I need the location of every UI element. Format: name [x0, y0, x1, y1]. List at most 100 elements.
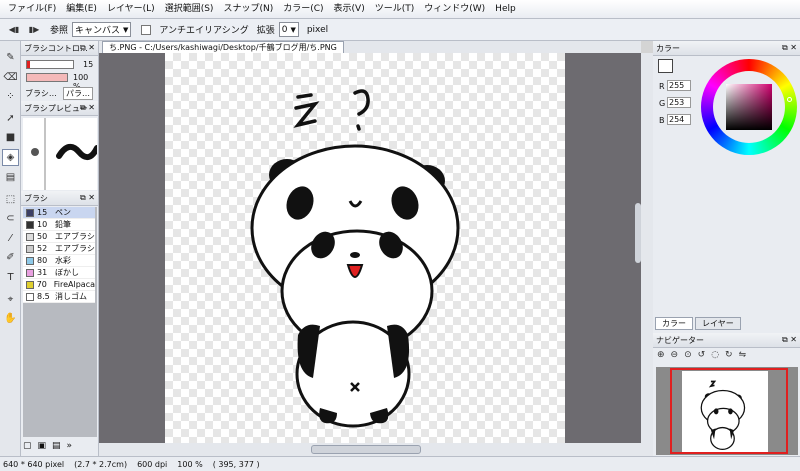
panel-controls[interactable]: ⧉ ✕ — [80, 43, 95, 53]
navigator-viewport-rect[interactable] — [670, 368, 788, 454]
tab-layer[interactable]: レイヤー — [695, 317, 741, 330]
panel-controls[interactable]: ⧉ ✕ — [782, 43, 797, 53]
canvas-document[interactable] — [165, 53, 565, 443]
right-panels: カラー ⧉ ✕ R 255 G 253 B 254 カラー レイヤー ナビゲーター… — [653, 41, 800, 456]
menu-edit[interactable]: 編集(E) — [61, 0, 102, 19]
select-pen-icon[interactable]: ✐ — [2, 249, 19, 266]
saturation-value-square[interactable] — [726, 84, 772, 130]
brush-size: 31 — [37, 268, 48, 277]
status-bar: 640 * 640 pixel (2.7 * 2.7cm) 600 dpi 10… — [0, 456, 800, 471]
panel-controls[interactable]: ⧉ ✕ — [80, 193, 95, 203]
rotate-right-icon[interactable]: ↻ — [725, 350, 733, 360]
g-label: G — [659, 99, 666, 108]
brush-size: 8.5 — [37, 292, 50, 301]
magic-wand-icon[interactable]: ⁄ — [2, 230, 19, 247]
brush-preview-title: ブラシプレビュー ⧉ ✕ — [21, 101, 98, 116]
expand-value: 0 — [281, 24, 288, 35]
horizontal-scrollbar[interactable] — [99, 443, 653, 456]
brush-item[interactable]: 50 エアブラシ — [23, 231, 95, 243]
bucket-tool-icon[interactable]: ◈ — [2, 149, 19, 166]
zoom-in-icon[interactable]: ⊕ — [657, 350, 665, 360]
menu-view[interactable]: 表示(V) — [329, 0, 370, 19]
menu-snap[interactable]: スナップ(N) — [218, 0, 278, 19]
tab-color[interactable]: カラー — [655, 317, 693, 330]
menu-bar: ファイル(F) 編集(E) レイヤー(L) 選択範囲(S) スナップ(N) カラ… — [0, 0, 800, 19]
brush-preview-title-text: ブラシプレビュー — [24, 103, 88, 113]
brush-item[interactable]: 31 ぼかし — [23, 267, 95, 279]
panel-controls[interactable]: ⧉ ✕ — [782, 335, 797, 345]
b-input[interactable]: 254 — [667, 114, 691, 125]
menu-selection[interactable]: 選択範囲(S) — [160, 0, 219, 19]
menu-color[interactable]: カラー(C) — [278, 0, 328, 19]
b-label: B — [659, 116, 665, 125]
brush-item[interactable]: 70 FireAlpaca — [23, 279, 95, 291]
flip-icon[interactable]: ⇋ — [739, 350, 747, 360]
hand-tool-icon[interactable]: ✋ — [2, 310, 19, 327]
document-tab[interactable]: ち.PNG - C:/Users/kashiwagi/Desktop/千鶴ブログ… — [102, 41, 344, 53]
new-brush-icon[interactable]: ▢ — [23, 441, 32, 451]
brush-list-actions: ▢ ▣ ▤ » — [23, 441, 72, 451]
reference-select[interactable]: キャンバス ▼ — [72, 22, 132, 37]
menu-icon[interactable]: » — [67, 441, 73, 451]
hue-wheel[interactable] — [701, 59, 797, 155]
chevron-down-icon: ▼ — [290, 25, 296, 34]
brush-item[interactable]: 8.5 消しゴム — [23, 291, 95, 303]
tool-options-bar: ◀▮ ▮▶ 参照 キャンバス ▼ アンチエイリアシング 拡張 0 ▼ pixel — [0, 19, 800, 41]
brush-item[interactable]: 52 エアブラシ — [23, 243, 95, 255]
gradient-tool-icon[interactable]: ▤ — [2, 169, 19, 186]
brush-opacity-slider[interactable] — [26, 73, 68, 82]
brush-name: 消しゴム — [55, 292, 87, 301]
brush-size-slider[interactable] — [26, 60, 74, 69]
brush-item[interactable]: 80 水彩 — [23, 255, 95, 267]
lasso-tool-icon[interactable]: ⊂ — [2, 210, 19, 227]
panel-controls[interactable]: ⧉ ✕ — [80, 103, 95, 113]
g-input[interactable]: 253 — [667, 97, 691, 108]
next-icon[interactable]: ▮▶ — [26, 22, 42, 38]
brush-params-button[interactable]: パラ… — [63, 87, 93, 100]
text-tool-icon[interactable]: T — [2, 269, 19, 286]
delete-brush-icon[interactable]: ▤ — [52, 441, 61, 451]
reference-label: 参照 — [50, 26, 69, 36]
menu-tool[interactable]: ツール(T) — [370, 0, 420, 19]
antialias-label: アンチエイリアシング — [159, 26, 249, 36]
menu-window[interactable]: ウィンドウ(W) — [419, 0, 490, 19]
vertical-scrollbar[interactable] — [641, 53, 653, 443]
menu-help[interactable]: Help — [490, 0, 521, 19]
fill-rect-icon[interactable]: ■ — [2, 129, 19, 146]
document-tab-bar: ち.PNG - C:/Users/kashiwagi/Desktop/千鶴ブログ… — [99, 41, 641, 53]
dot-tool-icon[interactable]: ⁘ — [2, 88, 19, 105]
horizontal-scroll-thumb[interactable] — [311, 445, 421, 454]
menu-layer[interactable]: レイヤー(L) — [102, 0, 160, 19]
canvas-viewport[interactable] — [99, 53, 641, 443]
pen-tool-icon[interactable]: ✎ — [2, 49, 19, 66]
brush-item[interactable]: 10 鉛筆 — [23, 219, 95, 231]
brush-list-title-text: ブラシ — [24, 193, 48, 203]
brush-swatch-5 — [26, 268, 34, 277]
rotate-reset-icon[interactable]: ◌ — [711, 350, 719, 360]
zoom-fit-icon[interactable]: ⊙ — [684, 350, 692, 360]
expand-label: 拡張 — [256, 26, 275, 36]
antialias-checkbox[interactable] — [141, 24, 152, 35]
brush-tab-button[interactable]: ブラシ… — [25, 88, 57, 99]
select-rect-icon[interactable]: ⬚ — [2, 191, 19, 208]
prev-icon[interactable]: ◀▮ — [6, 22, 22, 38]
foreground-color-swatch[interactable] — [658, 59, 673, 73]
zoom-out-icon[interactable]: ⊖ — [671, 350, 679, 360]
brush-stroke-preview — [31, 118, 100, 190]
eraser-tool-icon[interactable]: ⌫ — [2, 69, 19, 86]
hue-marker[interactable] — [787, 97, 792, 102]
expand-select[interactable]: 0 ▼ — [278, 22, 299, 37]
status-dpi: 600 dpi — [137, 459, 168, 469]
brush-name: ペン — [55, 208, 71, 217]
navigator-preview[interactable] — [656, 367, 798, 455]
panda-drawing — [250, 89, 460, 428]
menu-file[interactable]: ファイル(F) — [3, 0, 61, 19]
copy-brush-icon[interactable]: ▣ — [38, 441, 47, 451]
rotate-left-icon[interactable]: ↺ — [698, 350, 706, 360]
brush-size: 52 — [37, 244, 48, 253]
brush-name: エアブラシ — [55, 244, 95, 253]
eyedropper-icon[interactable]: ⌖ — [2, 291, 19, 308]
move-tool-icon[interactable]: ➚ — [2, 110, 19, 127]
brush-item[interactable]: 15 ペン — [23, 207, 95, 219]
r-input[interactable]: 255 — [667, 80, 691, 91]
